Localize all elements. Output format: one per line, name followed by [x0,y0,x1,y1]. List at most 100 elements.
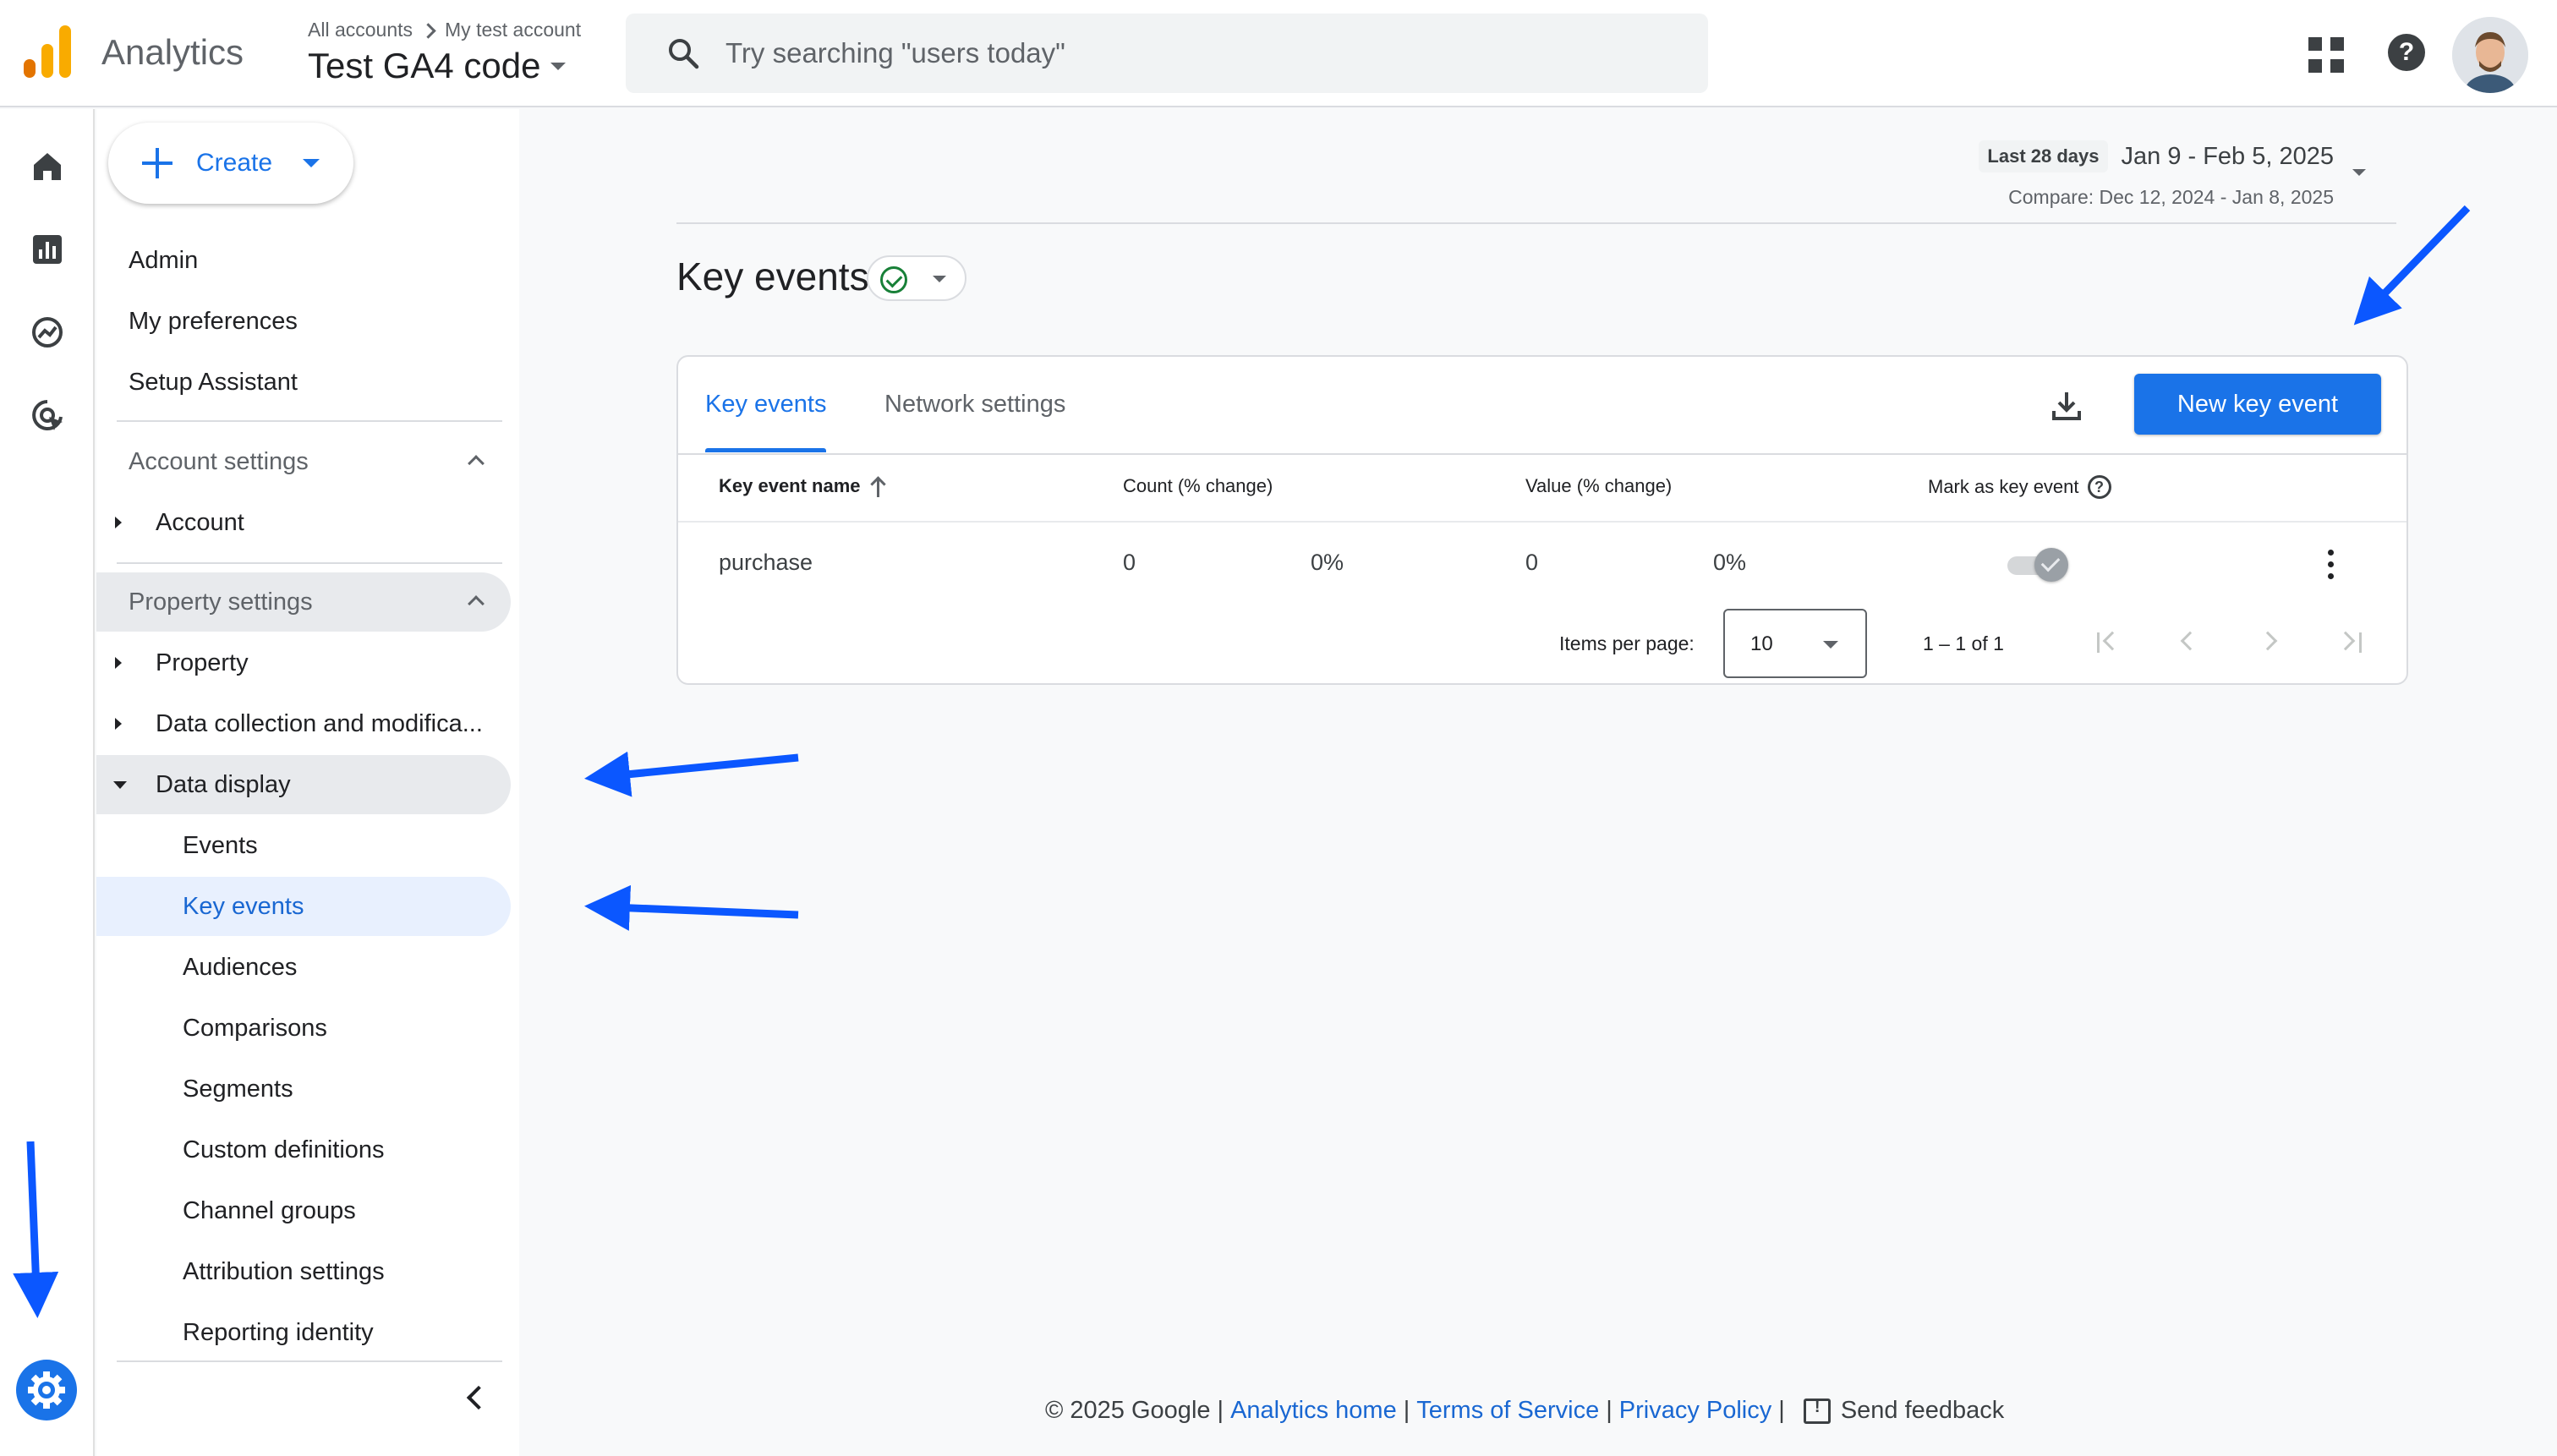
advertising-icon[interactable] [27,395,68,435]
sidebar-item-data-collection[interactable]: Data collection and modifica... [96,694,511,753]
date-preset: Last 28 days [1979,140,2108,172]
caret-down-icon[interactable] [2352,169,2366,176]
apps-grid-icon[interactable] [2308,37,2346,74]
column-header-name[interactable]: Key event name [719,475,888,497]
create-button[interactable]: Create [108,123,353,204]
search-bar[interactable] [626,14,1708,93]
analytics-logo-icon[interactable] [24,25,73,78]
app-name: Analytics [101,32,244,72]
event-name: purchase [719,550,813,575]
caret-down-icon [303,159,320,167]
download-icon[interactable] [2050,389,2083,423]
sidebar-item-events[interactable]: Events [96,816,511,875]
help-circle-icon[interactable]: ? [2087,475,2111,499]
property-settings-section[interactable]: Property settings [96,572,511,632]
tab-network-settings[interactable]: Network settings [884,391,1065,452]
property-selector[interactable]: Test GA4 code [308,46,567,86]
more-vert-icon[interactable] [2325,548,2335,582]
navigation-rail [0,109,95,1456]
copyright: © 2025 Google [1045,1397,1211,1424]
sidebar-item-attribution-settings[interactable]: Attribution settings [96,1242,511,1301]
count-change: 0% [1311,550,1344,575]
sidebar-item-channel-groups[interactable]: Channel groups [96,1181,511,1240]
explore-icon[interactable] [27,312,68,353]
sidebar-item-setup-assistant[interactable]: Setup Assistant [96,353,511,412]
plus-icon [142,148,172,178]
divider [117,420,502,422]
tab-key-events[interactable]: Key events [705,391,827,452]
items-per-page-select[interactable]: 10 [1723,609,1867,678]
send-feedback-link[interactable]: Send feedback [1841,1397,2004,1425]
sidebar-item-account[interactable]: Account [96,493,511,552]
divider [117,1360,502,1362]
column-header-count[interactable]: Count (% change) [1123,475,1273,497]
column-header-mark[interactable]: Mark as key event ? [1928,475,2111,499]
sidebar-item-reporting-identity[interactable]: Reporting identity [96,1303,511,1362]
help-icon[interactable]: ? [2388,34,2425,71]
next-page-icon[interactable] [2256,627,2286,658]
count-value: 0 [1123,550,1136,575]
collapse-arrow-icon [113,781,127,789]
caret-down-icon [550,62,567,70]
breadcrumb-all-accounts[interactable]: All accounts [308,19,413,41]
expand-arrow-icon [115,657,122,669]
admin-gear-icon[interactable] [15,1359,78,1421]
sidebar-item-custom-definitions[interactable]: Custom definitions [96,1120,511,1180]
value-value: 0 [1525,550,1539,575]
sidebar-item-audiences[interactable]: Audiences [96,938,511,997]
first-page-icon[interactable] [2094,627,2124,658]
arrow-data-display [584,751,799,797]
check-circle-icon [880,266,907,293]
sidebar-item-admin[interactable]: Admin [96,231,511,290]
sidebar-item-data-display[interactable]: Data display [96,755,511,814]
date-range-value: Jan 9 - Feb 5, 2025 [2121,142,2335,170]
page-title: Key events [676,255,869,298]
expand-arrow-icon [115,517,122,528]
sort-ascending-icon [869,475,888,497]
new-key-event-button[interactable]: New key event [2134,374,2381,435]
breadcrumb-account[interactable]: My test account [445,19,581,41]
arrow-new-key-event [2353,205,2471,326]
chevron-up-icon [468,595,485,612]
pagination-range: 1 – 1 of 1 [1923,632,2004,654]
chevron-up-icon [468,455,485,472]
expand-arrow-icon [115,718,122,730]
admin-sidebar: Create Admin My preferences Setup Assist… [96,109,519,1456]
caret-down-icon [933,276,946,282]
date-range-picker[interactable]: Last 28 days Jan 9 - Feb 5, 2025 Compare… [1979,140,2334,209]
privacy-link[interactable]: Privacy Policy [1619,1397,1772,1425]
divider [117,562,502,564]
analytics-home-link[interactable]: Analytics home [1230,1397,1397,1425]
breadcrumb[interactable]: All accounts My test account [308,19,581,41]
sidebar-item-segments[interactable]: Segments [96,1059,511,1119]
sidebar-item-key-events[interactable]: Key events [96,877,511,936]
top-app-bar: Analytics All accounts My test account T… [0,0,2557,107]
caret-down-icon [1823,641,1838,649]
sidebar-item-comparisons[interactable]: Comparisons [96,999,511,1058]
collapse-sidebar-icon[interactable] [460,1382,490,1413]
property-name: Test GA4 code [308,46,541,85]
divider [678,521,2406,523]
footer: © 2025 Google | Analytics home | Terms o… [1045,1397,2004,1425]
sidebar-item-my-preferences[interactable]: My preferences [96,292,511,351]
key-events-card: Key events Network settings New key even… [676,355,2408,685]
account-settings-section[interactable]: Account settings [96,432,511,491]
divider [678,453,2406,455]
search-icon [666,36,700,70]
last-page-icon[interactable] [2335,627,2368,658]
avatar[interactable] [2452,17,2528,93]
status-chip[interactable] [867,255,966,301]
feedback-icon[interactable] [1803,1398,1831,1424]
items-per-page-label: Items per page: [1559,632,1695,654]
sidebar-item-property[interactable]: Property [96,633,511,692]
mark-key-event-toggle[interactable] [2007,548,2068,582]
compare-range: Compare: Dec 12, 2024 - Jan 8, 2025 [2008,186,2334,208]
chevron-right-icon [421,19,436,41]
column-header-value[interactable]: Value (% change) [1525,475,1672,497]
check-icon [2034,548,2068,582]
search-input[interactable] [725,37,1656,69]
terms-link[interactable]: Terms of Service [1416,1397,1599,1425]
previous-page-icon[interactable] [2175,627,2205,658]
reports-icon[interactable] [27,229,68,270]
home-icon[interactable] [27,146,68,187]
